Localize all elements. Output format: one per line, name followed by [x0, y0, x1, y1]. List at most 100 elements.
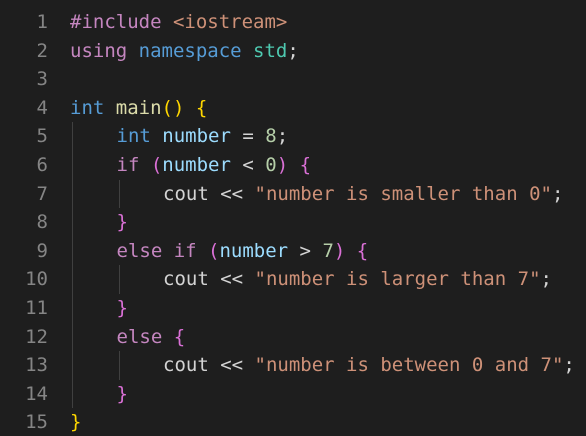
code-line[interactable]: 2 using namespace std;	[0, 37, 586, 65]
code-token: int	[116, 125, 163, 148]
line-number: 11	[25, 297, 48, 319]
code-token: ;	[540, 268, 552, 291]
code-token: using	[70, 39, 139, 62]
code-text[interactable]: #include <iostream>	[70, 8, 287, 36]
code-token: (	[150, 154, 163, 176]
code-line[interactable]: 5 int number = 8;	[0, 122, 586, 150]
code-token: number	[162, 154, 231, 176]
code-token: <<	[208, 354, 255, 377]
code-token: {	[356, 239, 369, 262]
code-text[interactable]: cout << "number is smaller than 0";	[163, 180, 563, 208]
code-token: )	[276, 154, 289, 176]
code-token: 0	[265, 154, 277, 176]
line-number: 5	[36, 125, 48, 148]
code-token: ;	[551, 182, 564, 205]
code-token: =	[230, 125, 266, 148]
line-number: 4	[36, 96, 48, 119]
code-token: cout	[163, 354, 209, 377]
code-token: ()	[161, 96, 185, 119]
code-token: {	[299, 154, 312, 176]
code-token: ;	[287, 39, 299, 62]
line-number: 10	[25, 268, 48, 291]
code-token: int	[70, 96, 116, 119]
code-text[interactable]: }	[117, 208, 128, 236]
code-token: }	[70, 411, 82, 434]
code-token: 7	[322, 239, 334, 262]
code-line[interactable]: 14}	[0, 380, 586, 408]
code-token: }	[116, 297, 128, 319]
indent-guide	[118, 265, 120, 294]
code-text[interactable]: if (number < 0) {	[117, 151, 312, 179]
code-token: "number is larger than 7"	[254, 268, 541, 291]
code-token: cout	[163, 268, 209, 291]
code-text[interactable]: }	[70, 408, 81, 436]
code-text[interactable]: }	[117, 294, 128, 322]
code-text[interactable]: else {	[117, 323, 186, 351]
line-number: 2	[36, 39, 48, 62]
code-token: ;	[563, 354, 575, 377]
code-line[interactable]: 3	[0, 65, 586, 93]
line-number: 1	[36, 11, 48, 33]
indent-guide	[72, 122, 73, 409]
code-token: "number is between 0 and 7"	[254, 354, 564, 377]
code-token: <iostream>	[172, 11, 288, 33]
code-token: }	[116, 211, 128, 234]
code-line[interactable]: 4 int main() {	[0, 94, 586, 122]
code-line[interactable]: 6 if (number < 0) {	[0, 151, 586, 179]
code-token: }	[116, 382, 128, 405]
code-line[interactable]: 9 else if (number > 7) {	[0, 237, 586, 265]
code-token: std	[253, 39, 288, 62]
code-token: <	[230, 154, 266, 176]
code-token: )	[333, 239, 346, 262]
code-token: main	[115, 96, 162, 119]
code-line[interactable]: 15}	[0, 408, 586, 436]
line-number: 3	[36, 68, 48, 91]
code-token: <<	[208, 182, 255, 205]
code-token: #include	[70, 11, 173, 33]
code-token: number	[219, 239, 289, 262]
line-number: 13	[25, 354, 48, 377]
code-text[interactable]: int main() {	[70, 94, 207, 122]
code-line[interactable]: 13 cout << "number is between 0 and 7";	[0, 351, 586, 379]
line-number: 8	[36, 211, 48, 234]
line-number: 9	[36, 239, 48, 262]
code-token: number	[162, 125, 231, 148]
code-editor[interactable]: 1 #include <iostream> 2 using namespace std…	[0, 0, 586, 436]
editor-top-strip	[0, 0, 586, 4]
code-text[interactable]: cout << "number is larger than 7";	[163, 265, 552, 293]
code-token: >	[288, 239, 323, 262]
code-token: (	[208, 239, 220, 262]
code-text[interactable]: }	[117, 380, 128, 408]
line-number: 6	[36, 154, 48, 176]
line-number: 12	[25, 325, 48, 348]
code-text[interactable]: using namespace std;	[70, 37, 299, 65]
code-text[interactable]: int number = 8;	[117, 122, 289, 150]
code-line[interactable]: 7 cout << "number is smaller than 0";	[0, 180, 586, 208]
indent-guide	[118, 179, 120, 209]
line-number: 15	[25, 411, 48, 434]
code-token: namespace	[138, 39, 254, 62]
code-line[interactable]: 12 else {	[0, 323, 586, 351]
code-token: cout	[163, 182, 209, 205]
code-token: <<	[208, 268, 255, 291]
code-line[interactable]: 8}	[0, 208, 586, 236]
code-line[interactable]: 11}	[0, 294, 586, 322]
code-token: 8	[265, 125, 277, 148]
code-token: ;	[276, 125, 289, 148]
code-token: "number is smaller than 0"	[254, 182, 552, 205]
indent-guide	[118, 351, 120, 380]
code-line[interactable]: 1 #include <iostream>	[0, 8, 586, 36]
line-number: 7	[36, 182, 48, 205]
code-token: else	[116, 325, 174, 348]
code-token: {	[173, 325, 186, 348]
line-number: 14	[25, 382, 48, 405]
code-text[interactable]: else if (number > 7) {	[117, 237, 369, 265]
code-line[interactable]: 10 cout << "number is larger than 7";	[0, 265, 586, 293]
code-token: else if	[116, 239, 209, 262]
code-text[interactable]: cout << "number is between 0 and 7";	[163, 351, 575, 379]
code-token: {	[195, 96, 208, 119]
code-token: if	[116, 154, 151, 176]
